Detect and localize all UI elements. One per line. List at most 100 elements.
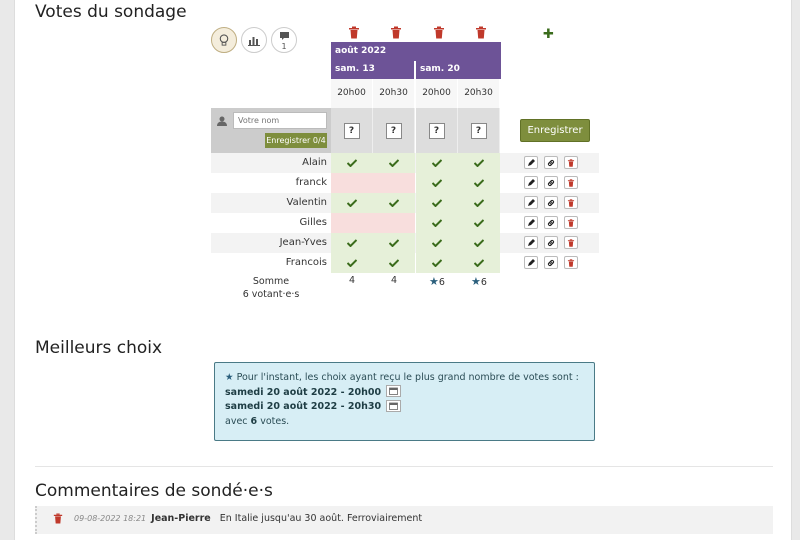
edit-vote-button[interactable] [524, 176, 538, 189]
calendar-icon [389, 387, 398, 395]
choice-toggle-3[interactable]: ? [428, 122, 445, 139]
save-vote-small-button[interactable]: Enregistrer 0/4 [265, 133, 327, 148]
check-icon [432, 219, 442, 227]
check-icon [432, 179, 442, 187]
trash-icon [567, 158, 575, 167]
page: Votes du sondage 1 ✚ août 2022 sam. 13 s… [14, 0, 792, 540]
choice-cell-2: ? [373, 108, 415, 153]
edit-vote-button[interactable] [524, 236, 538, 249]
copy-link-button[interactable] [544, 176, 558, 189]
choice-toggle-2[interactable]: ? [385, 122, 402, 139]
total-value-3: 6 [438, 277, 445, 288]
edit-vote-button[interactable] [524, 156, 538, 169]
vote-cell-yes [458, 193, 500, 213]
delete-column-2-icon[interactable] [390, 26, 402, 39]
new-vote-row: Enregistrer 0/4 [211, 108, 331, 153]
vote-cell-no [373, 213, 415, 233]
best-star-icon: ★ [471, 275, 481, 288]
best-choice-box: ★ Pour l'instant, les choix ayant reçu l… [214, 362, 595, 441]
best-with: avec [225, 415, 248, 427]
link-icon [547, 259, 555, 266]
delete-column-1-icon[interactable] [348, 26, 360, 39]
check-icon [347, 239, 357, 247]
delete-column-3-icon[interactable] [433, 26, 445, 39]
delete-vote-button[interactable] [564, 216, 578, 229]
delete-vote-button[interactable] [564, 256, 578, 269]
name-input[interactable] [233, 112, 327, 129]
pencil-icon [528, 158, 535, 166]
vote-cell-yes [331, 193, 373, 213]
vote-cell-yes [373, 193, 415, 213]
chart-button[interactable] [241, 27, 267, 53]
vote-cell-yes [331, 153, 373, 173]
copy-link-button[interactable] [544, 196, 558, 209]
trash-icon [567, 238, 575, 247]
choice-cell-1: ? [331, 108, 373, 153]
vote-cell-yes [331, 253, 373, 273]
pencil-icon [528, 218, 535, 226]
check-icon [347, 199, 357, 207]
voter-name: Alain [302, 157, 327, 168]
choice-toggle-4[interactable]: ? [470, 122, 487, 139]
hour-header-1: 20h00 [331, 79, 373, 108]
check-icon [347, 159, 357, 167]
total-value-1: 4 [348, 275, 356, 286]
copy-link-button[interactable] [544, 156, 558, 169]
summary-total-3: ★6 [416, 275, 458, 288]
delete-vote-button[interactable] [564, 236, 578, 249]
trash-icon [567, 218, 575, 227]
best-choice-1: samedi 20 août 2022 - 20h00 [225, 386, 382, 398]
check-icon [389, 199, 399, 207]
vote-cell-yes [458, 173, 500, 193]
calendar-export-2-button[interactable] [386, 399, 402, 412]
delete-vote-button[interactable] [564, 196, 578, 209]
best-choice-2: samedi 20 août 2022 - 20h30 [225, 401, 382, 412]
check-icon [432, 159, 442, 167]
vote-cell-yes [416, 173, 458, 193]
choice-toggle-1[interactable]: ? [343, 122, 360, 139]
delete-vote-button[interactable] [564, 176, 578, 189]
comments-button[interactable]: 1 [271, 27, 297, 53]
table-row: Gilles [211, 213, 599, 233]
delete-column-4-icon[interactable] [475, 26, 487, 39]
copy-link-button[interactable] [544, 216, 558, 229]
voter-name: Francois [285, 257, 327, 268]
delete-vote-button[interactable] [564, 156, 578, 169]
vote-cell-no [331, 173, 373, 193]
vote-cell-yes [458, 233, 500, 253]
comment-item: 09-08-2022 18:21 Jean-Pierre En Italie j… [35, 506, 773, 534]
edit-vote-button[interactable] [524, 196, 538, 209]
pencil-icon [528, 198, 535, 206]
delete-comment-icon[interactable] [53, 513, 63, 524]
vote-cell-yes [416, 213, 458, 233]
voter-name: Valentin [286, 197, 328, 208]
vote-cell-yes [416, 233, 458, 253]
vote-cell-yes [416, 193, 458, 213]
check-icon [389, 159, 399, 167]
votes-title: Votes du sondage [35, 2, 187, 22]
check-icon [389, 239, 399, 247]
pencil-icon [528, 178, 535, 186]
vote-cell-yes [458, 213, 500, 233]
edit-vote-button[interactable] [524, 256, 538, 269]
voter-name: franck [295, 177, 327, 188]
add-column-plus-icon[interactable]: ✚ [543, 27, 554, 42]
save-vote-button[interactable]: Enregistrer [520, 119, 590, 142]
check-icon [432, 199, 442, 207]
total-value-4: 6 [480, 277, 487, 288]
copy-link-button[interactable] [544, 256, 558, 269]
comment-date: 09-08-2022 18:21 [74, 514, 147, 523]
link-icon [547, 199, 555, 206]
table-row: Jean-Yves [211, 233, 599, 253]
idea-toggle-button[interactable] [211, 27, 237, 53]
comment-count-badge: 1 [281, 42, 287, 51]
edit-vote-button[interactable] [524, 216, 538, 229]
hour-header-2: 20h30 [373, 79, 415, 108]
calendar-export-1-button[interactable] [386, 385, 402, 397]
table-row: Valentin [211, 193, 599, 213]
best-votes-label: votes. [260, 415, 290, 427]
copy-link-button[interactable] [544, 236, 558, 249]
pencil-icon [528, 258, 535, 266]
total-value-2: 4 [390, 275, 398, 286]
user-icon [217, 116, 227, 126]
